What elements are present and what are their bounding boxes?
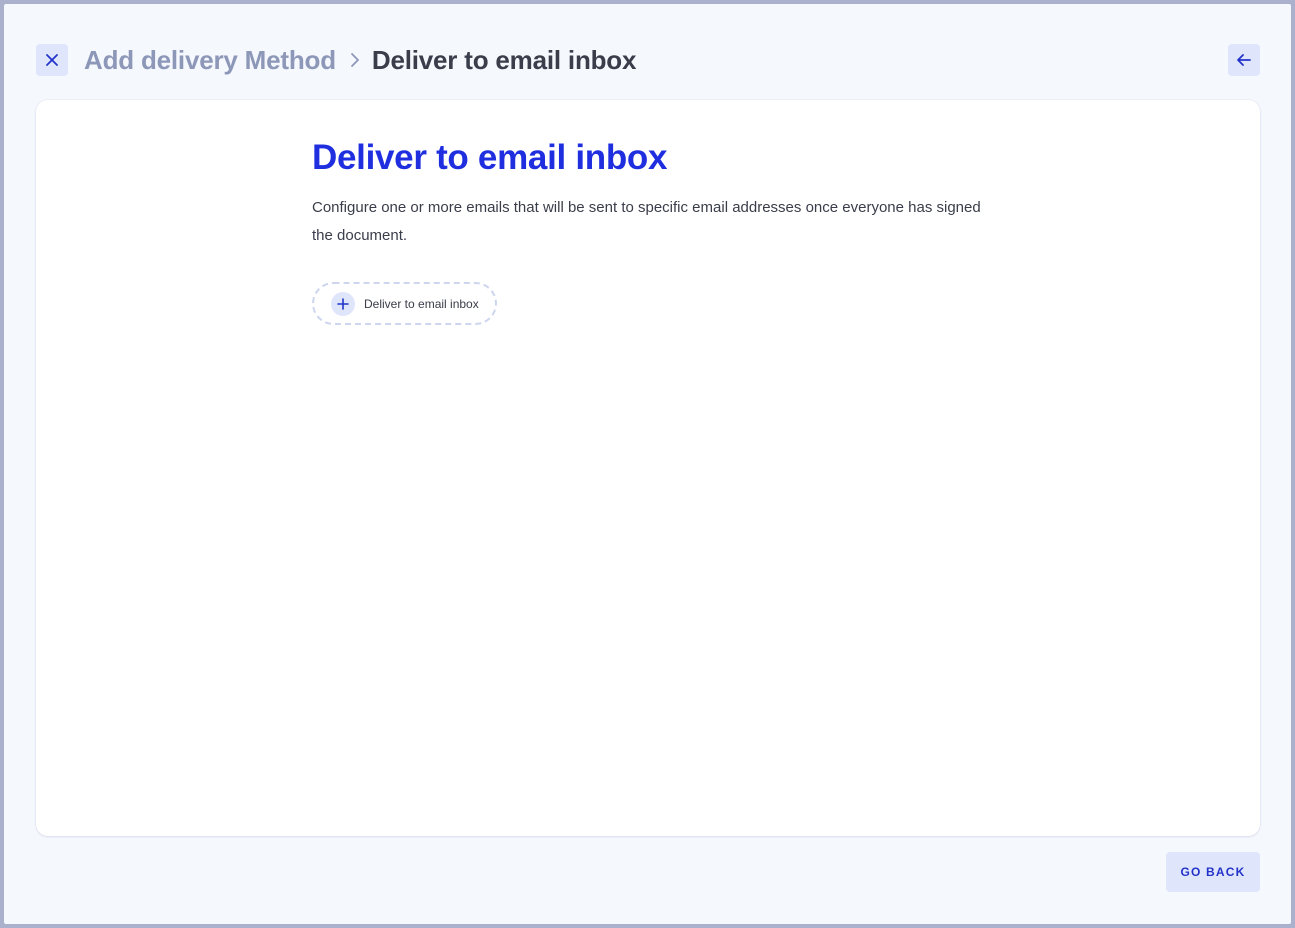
back-button[interactable]	[1228, 44, 1260, 76]
breadcrumb-current: Deliver to email inbox	[371, 44, 637, 75]
delivery-method-dialog: Add delivery Method Deliver to email inb…	[4, 4, 1291, 924]
breadcrumb-separator	[350, 52, 360, 68]
plus-icon-wrapper	[331, 291, 355, 316]
arrow-left-icon	[1237, 54, 1251, 66]
breadcrumb-parent[interactable]: Add delivery Method	[84, 45, 336, 76]
add-email-delivery-button[interactable]: Deliver to email inbox	[312, 282, 497, 325]
add-email-delivery-label: Deliver to email inbox	[364, 296, 479, 311]
plus-icon	[337, 297, 349, 310]
close-icon	[46, 54, 58, 66]
dialog-header: Add delivery Method Deliver to email inb…	[36, 40, 1260, 80]
page-title: Deliver to email inbox	[312, 138, 668, 177]
go-back-button[interactable]: GO BACK	[1166, 852, 1260, 892]
chevron-right-icon	[351, 53, 359, 67]
content-body: Deliver to email inbox Configure one or …	[312, 136, 1002, 325]
content-card: Deliver to email inbox Configure one or …	[36, 100, 1260, 836]
close-button[interactable]	[36, 44, 68, 76]
page-description: Configure one or more emails that will b…	[312, 199, 981, 244]
